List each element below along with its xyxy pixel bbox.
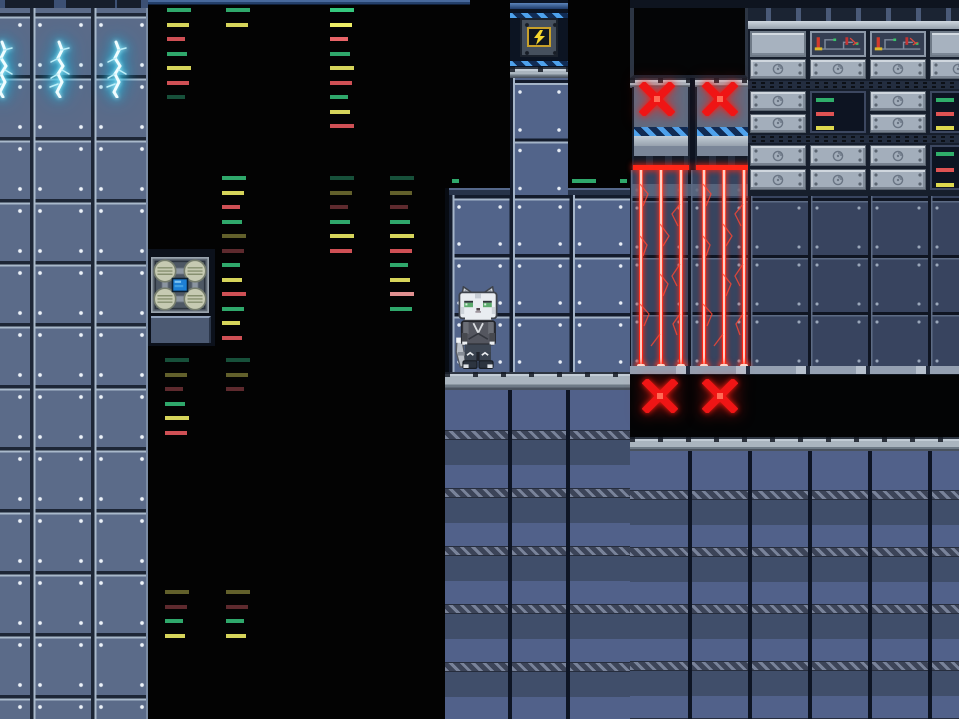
game-scene bbox=[0, 0, 959, 719]
cat-sprite bbox=[455, 286, 503, 372]
cat-character[interactable] bbox=[455, 286, 503, 372]
electric-spark bbox=[102, 40, 132, 98]
electric-spark bbox=[45, 40, 75, 98]
electric-spark-icon bbox=[102, 40, 132, 98]
electric-spark-icon bbox=[45, 40, 75, 98]
electric-spark bbox=[0, 40, 18, 98]
electric-spark-icon bbox=[0, 40, 18, 98]
